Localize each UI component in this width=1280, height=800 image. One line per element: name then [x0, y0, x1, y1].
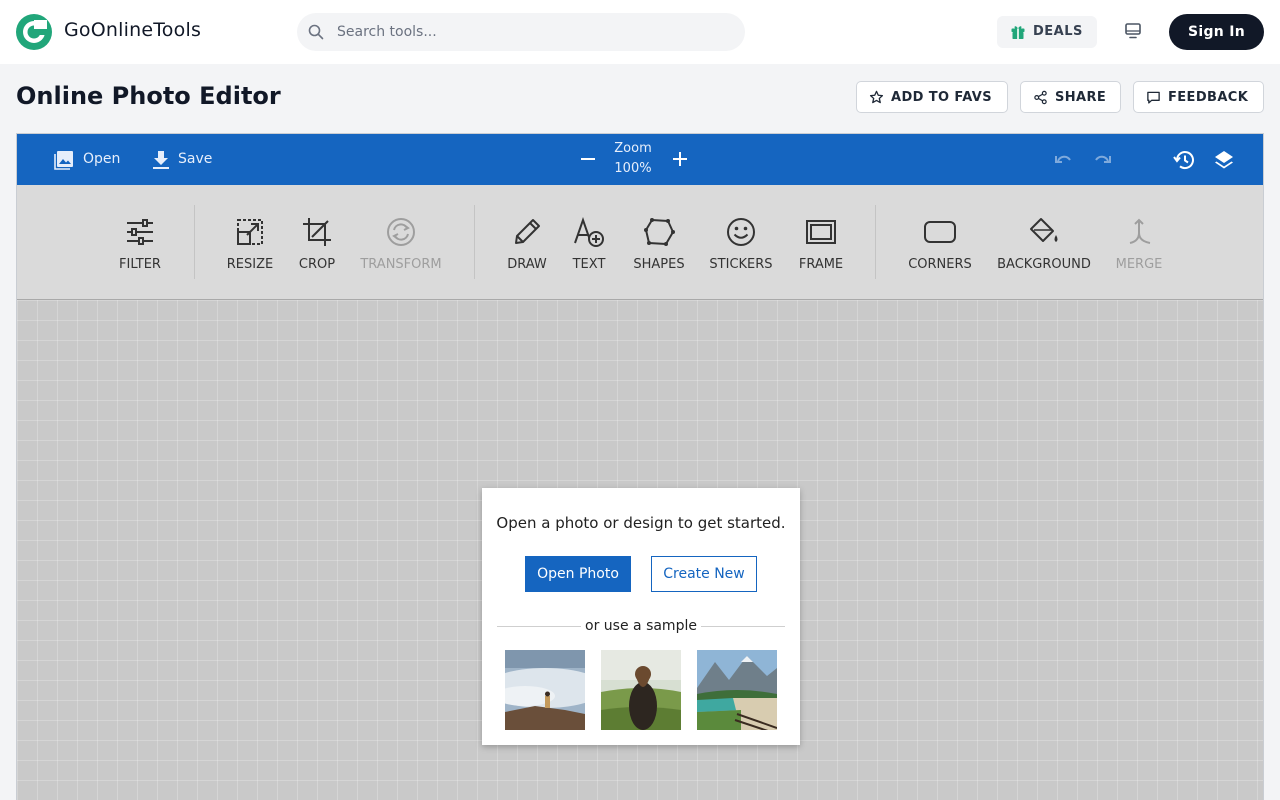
pencil-icon — [515, 219, 540, 244]
download-icon — [153, 151, 169, 169]
sample-image-woman-field[interactable] — [601, 650, 681, 730]
tool-resize[interactable]: RESIZE — [220, 185, 280, 300]
deals-label: DEALS — [1033, 24, 1083, 39]
tool-stickers-label: STICKERS — [709, 257, 773, 272]
zoom-out-minus-icon[interactable] — [577, 148, 599, 170]
monitor-icon[interactable] — [1124, 22, 1142, 40]
open-photo-button[interactable]: Open Photo — [525, 556, 631, 592]
editor-topbar: Open Save Zoom 100% — [17, 134, 1263, 185]
zoom-label: Zoom — [614, 141, 652, 156]
share-button[interactable]: SHARE — [1020, 81, 1121, 113]
sample-thumbnail — [697, 650, 777, 730]
tool-resize-label: RESIZE — [226, 257, 274, 272]
smiley-icon — [727, 218, 755, 246]
page-title: Online Photo Editor — [16, 82, 281, 110]
sample-image-mountain-fog[interactable] — [505, 650, 585, 730]
tool-draw[interactable]: DRAW — [502, 185, 552, 300]
add-to-favs-label: ADD TO FAVS — [891, 90, 993, 105]
merge-icon — [1129, 218, 1151, 244]
history-icon[interactable] — [1172, 148, 1196, 172]
tool-crop[interactable]: CROP — [292, 185, 342, 300]
tool-background-label: BACKGROUND — [997, 257, 1091, 272]
text-add-icon — [574, 216, 604, 247]
open-button[interactable]: Open — [53, 134, 125, 185]
save-label: Save — [178, 151, 213, 167]
editor-canvas[interactable]: Open a photo or design to get started. O… — [17, 300, 1263, 800]
save-button[interactable]: Save — [150, 134, 214, 185]
sign-in-button[interactable]: Sign In — [1169, 14, 1264, 50]
toolbar-divider — [194, 205, 195, 279]
share-label: SHARE — [1055, 90, 1107, 105]
tool-frame-label: FRAME — [798, 257, 844, 272]
tool-transform-label: TRANSFORM — [360, 257, 442, 272]
message-icon — [1147, 91, 1160, 104]
tool-merge-label: MERGE — [1115, 257, 1163, 272]
tool-draw-label: DRAW — [507, 257, 547, 272]
tool-frame[interactable]: FRAME — [791, 185, 851, 300]
create-new-button[interactable]: Create New — [651, 556, 757, 592]
tool-filter-label: FILTER — [119, 257, 161, 272]
gift-icon — [1011, 26, 1025, 39]
sample-thumbnail — [505, 650, 585, 730]
tool-corners-label: CORNERS — [908, 257, 972, 272]
logo-icon[interactable] — [16, 14, 52, 50]
feedback-label: FEEDBACK — [1168, 90, 1249, 105]
share-icon — [1034, 90, 1047, 105]
tool-text[interactable]: TEXT — [566, 185, 612, 300]
rounded-rect-icon — [924, 221, 956, 243]
feedback-button[interactable]: FEEDBACK — [1133, 81, 1264, 113]
image-icon — [54, 151, 73, 170]
start-dialog: Open a photo or design to get started. O… — [482, 488, 800, 745]
zoom-in-plus-icon[interactable] — [669, 148, 691, 170]
layers-icon[interactable] — [1212, 148, 1236, 172]
sample-thumbnail — [601, 650, 681, 730]
toolbar-divider — [875, 205, 876, 279]
tool-filter[interactable]: FILTER — [108, 185, 172, 300]
tool-transform[interactable]: TRANSFORM — [356, 185, 446, 300]
frame-icon — [806, 220, 836, 244]
open-label: Open — [83, 151, 121, 167]
star-icon — [869, 90, 884, 104]
tool-merge[interactable]: MERGE — [1111, 185, 1167, 300]
brand-name[interactable]: GoOnlineTools — [64, 19, 201, 41]
zoom-value: 100% — [614, 161, 652, 176]
crop-icon — [303, 218, 331, 246]
undo-icon[interactable] — [1052, 149, 1074, 171]
tool-crop-label: CROP — [298, 257, 336, 272]
divider-line — [497, 626, 581, 627]
redo-icon[interactable] — [1092, 149, 1114, 171]
deals-button[interactable]: DEALS — [997, 16, 1097, 48]
resize-icon — [237, 219, 263, 245]
sample-image-lake-mountains[interactable] — [697, 650, 777, 730]
tool-shapes[interactable]: SHAPES — [627, 185, 691, 300]
toolbar-divider — [474, 205, 475, 279]
paint-bucket-icon — [1030, 218, 1058, 242]
tools-toolbar: FILTER RESIZE CROP TRANSFORM DRAW TEXT S… — [17, 185, 1263, 300]
tool-background[interactable]: BACKGROUND — [993, 185, 1095, 300]
top-navigation: GoOnlineTools DEALS Sign In — [0, 0, 1280, 64]
rotate-icon — [387, 218, 415, 246]
search-input[interactable] — [337, 13, 727, 51]
sample-prompt: or use a sample — [585, 618, 697, 634]
divider-line — [701, 626, 785, 627]
search-icon — [308, 24, 324, 40]
tool-corners[interactable]: CORNERS — [903, 185, 977, 300]
sliders-icon — [127, 219, 153, 245]
shape-icon — [644, 218, 675, 246]
photo-editor: Open Save Zoom 100% FILTER RESIZE CROP T… — [16, 133, 1264, 800]
tool-text-label: TEXT — [572, 257, 606, 272]
search-box[interactable] — [297, 13, 745, 51]
add-to-favs-button[interactable]: ADD TO FAVS — [856, 81, 1008, 113]
tool-stickers[interactable]: STICKERS — [705, 185, 777, 300]
dialog-message: Open a photo or design to get started. — [496, 514, 786, 532]
tool-shapes-label: SHAPES — [633, 257, 685, 272]
